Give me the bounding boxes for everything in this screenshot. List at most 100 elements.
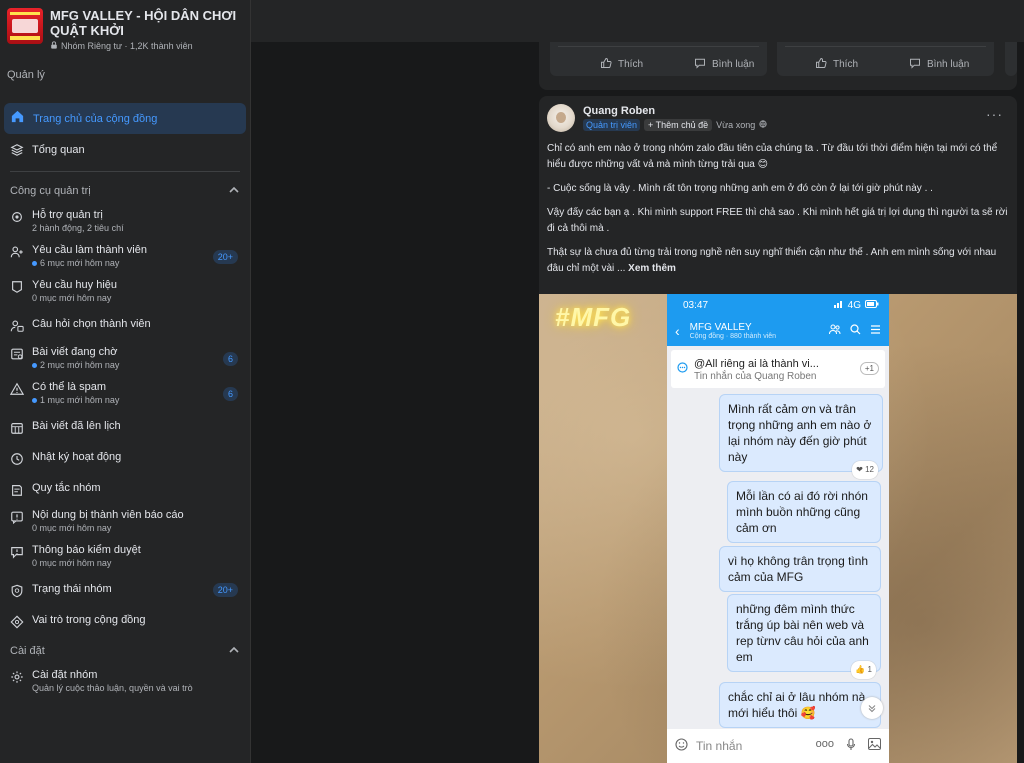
settings-label: Cài đặt xyxy=(10,645,45,657)
chat-message: Mỗi lần có ai đó rời nhón mình buồn nhữn… xyxy=(736,489,868,535)
author-name[interactable]: Quang Roben xyxy=(583,105,767,117)
nav-home-label: Trang chủ của cộng đồng xyxy=(33,112,158,125)
nav-overview[interactable]: Tổng quan xyxy=(0,134,250,165)
alert-chat-icon xyxy=(10,545,24,559)
tool-title: Có thể là spam xyxy=(32,381,106,393)
like-button[interactable]: Thích xyxy=(600,53,643,75)
phone-screenshot: 03:47 4G ‹ MFG VALLEY Cộng đồng · 880 th… xyxy=(667,294,889,763)
group-title[interactable]: MFG VALLEY - HỘI DÂN CHƠI QUẬT KHỞI xyxy=(50,8,250,38)
tool-title: Yêu cầu làm thành viên xyxy=(32,244,147,256)
badge-icon xyxy=(10,280,24,294)
emoji-icon xyxy=(675,738,688,754)
comment-button[interactable]: Bình luận xyxy=(909,53,969,75)
reaction-badge: ❤ 12 xyxy=(852,461,878,479)
tool-title: Bài viết đã lên lịch xyxy=(32,420,121,432)
role-badge: Quản trị viên xyxy=(583,119,641,131)
tool-sub: 6 mục mới hôm nay xyxy=(40,258,120,268)
tool-badge-requests[interactable]: Yêu cầu huy hiệu 0 mục mới hôm nay xyxy=(0,274,250,309)
prev-post-left: Thích Bình luận xyxy=(550,42,767,76)
more-dots-icon: ooo xyxy=(815,738,834,750)
tool-scheduled-posts[interactable]: Bài viết đã lên lịch xyxy=(0,411,250,442)
image-icon xyxy=(868,738,881,754)
tool-title: Nội dung bị thành viên báo cáo xyxy=(32,509,184,521)
tool-member-questions[interactable]: Câu hỏi chọn thành viên xyxy=(0,309,250,341)
chat-message: Mình rất cảm ơn và trân trọng những anh … xyxy=(728,402,872,464)
tool-moderation-alerts[interactable]: Thông báo kiểm duyệt 0 mục mới hôm nay xyxy=(0,539,250,574)
tool-sub: 0 mục mới hôm nay xyxy=(32,523,112,533)
shield-icon xyxy=(10,584,24,598)
lock-icon xyxy=(50,41,58,51)
battery-icon xyxy=(865,299,879,311)
calendar-icon xyxy=(10,421,24,435)
tool-title: Yêu cầu huy hiệu xyxy=(32,279,118,291)
microphone-icon xyxy=(846,738,856,754)
count-badge: 20+ xyxy=(212,582,238,597)
count-badge: 6 xyxy=(222,351,238,366)
menu-icon xyxy=(870,324,881,338)
pinned-message: @All riêng ai là thành vi... Tin nhắn củ… xyxy=(671,350,885,388)
post-body: Chỉ có anh em nào ở trong nhóm zalo đầu … xyxy=(547,141,1011,285)
tool-group-rules[interactable]: Quy tắc nhóm xyxy=(0,473,250,504)
tool-sub: 2 hành động, 2 tiêu chí xyxy=(32,223,124,233)
gear-shield-icon xyxy=(10,210,24,224)
admin-tools-header[interactable]: Công cụ quản trị xyxy=(0,178,250,204)
tool-title: Quy tắc nhóm xyxy=(32,482,101,494)
tool-title: Thông báo kiểm duyệt xyxy=(32,544,141,556)
layers-icon xyxy=(10,143,24,157)
chevron-up-icon[interactable] xyxy=(228,644,240,659)
chat-bubble: những đêm mình thức trắng úp bài nên web… xyxy=(727,594,881,679)
tool-pending-posts[interactable]: Bài viết đang chờ 2 mục mới hôm nay 6 xyxy=(0,341,250,376)
nav-home[interactable]: Trang chủ của cộng đồng xyxy=(4,103,246,134)
globe-icon xyxy=(759,120,767,130)
group-logo[interactable] xyxy=(7,8,43,44)
gear-icon xyxy=(10,670,24,684)
new-dot xyxy=(32,398,37,403)
like-button[interactable]: Thích xyxy=(815,53,858,75)
tool-spam[interactable]: Có thể là spam 1 mục mới hôm nay 6 xyxy=(0,376,250,411)
post-card: Quang Roben Quản trị viên + Thêm chủ đề … xyxy=(539,96,1017,763)
author-avatar[interactable] xyxy=(547,104,575,132)
add-topic-button[interactable]: + Thêm chủ đề xyxy=(644,119,713,131)
report-icon xyxy=(10,510,24,524)
comment-button[interactable]: Bình luận xyxy=(694,53,754,75)
tool-reported-content[interactable]: Nội dung bị thành viên báo cáo 0 mục mới… xyxy=(0,504,250,539)
search-icon xyxy=(850,324,861,338)
more-options-icon[interactable]: ··· xyxy=(986,106,1003,122)
post-image[interactable]: #MFG 03:47 4G ‹ MFG VALLEY Cộng đồng · 8… xyxy=(539,294,1017,763)
app-window: MFG VALLEY - HỘI DÂN CHƠI QUẬT KHỞI Nhóm… xyxy=(0,0,1024,763)
tool-group-status[interactable]: Trạng thái nhóm 20+ xyxy=(0,574,250,605)
post-author-row: Quang Roben Quản trị viên + Thêm chủ đề … xyxy=(547,104,767,132)
manage-label: Quản lý xyxy=(7,69,45,81)
tool-admin-assist[interactable]: Hỗ trợ quản trị 2 hành động, 2 tiêu chí xyxy=(0,204,250,239)
tool-sub: Quản lý cuộc thảo luận, quyền và vai trò xyxy=(32,683,193,693)
chevron-up-icon[interactable] xyxy=(228,184,240,199)
neon-text: #MFG xyxy=(555,302,632,332)
see-more-link[interactable]: Xem thêm xyxy=(628,263,676,274)
admin-tools-label: Công cụ quản trị xyxy=(10,185,91,197)
chat-composer: Tin nhắn ooo xyxy=(667,729,889,763)
pinned-title: @All riêng ai là thành vi... xyxy=(694,357,819,370)
nav-overview-label: Tổng quan xyxy=(32,143,85,156)
composer-placeholder: Tin nhắn xyxy=(696,739,743,753)
diamond-icon xyxy=(10,615,24,629)
tool-title: Trạng thái nhóm xyxy=(32,583,112,595)
warning-icon xyxy=(10,382,24,396)
post-time[interactable]: Vừa xong xyxy=(716,120,755,130)
post-paragraph: - Cuộc sống là vậy . Mình rất tôn trọng … xyxy=(547,183,933,194)
signal-icon xyxy=(833,300,844,311)
reaction-badge: 👍 1 xyxy=(851,661,876,679)
tool-community-roles[interactable]: Vai trò trong cộng đồng xyxy=(0,605,250,636)
tool-member-requests[interactable]: Yêu cầu làm thành viên 6 mục mới hôm nay… xyxy=(0,239,250,274)
scroll-down-icon xyxy=(861,697,883,719)
tool-group-settings[interactable]: Cài đặt nhóm Quản lý cuộc thảo luận, quy… xyxy=(0,664,250,699)
settings-header[interactable]: Cài đặt xyxy=(0,638,250,664)
clock-icon xyxy=(10,452,24,466)
back-arrow-icon: ‹ xyxy=(675,323,680,339)
sidebar: MFG VALLEY - HỘI DÂN CHƠI QUẬT KHỞI Nhóm… xyxy=(0,0,251,763)
tool-sub: 2 mục mới hôm nay xyxy=(40,360,120,370)
group-header[interactable]: MFG VALLEY - HỘI DÂN CHƠI QUẬT KHỞI Nhóm… xyxy=(0,0,250,57)
chat-message: chắc chỉ ai ở lâu nhóm nà mới hiểu thôi … xyxy=(728,690,866,720)
comment-icon xyxy=(909,57,921,72)
tool-sub: 1 mục mới hôm nay xyxy=(40,395,120,405)
tool-activity-log[interactable]: Nhật ký hoạt động xyxy=(0,442,250,473)
